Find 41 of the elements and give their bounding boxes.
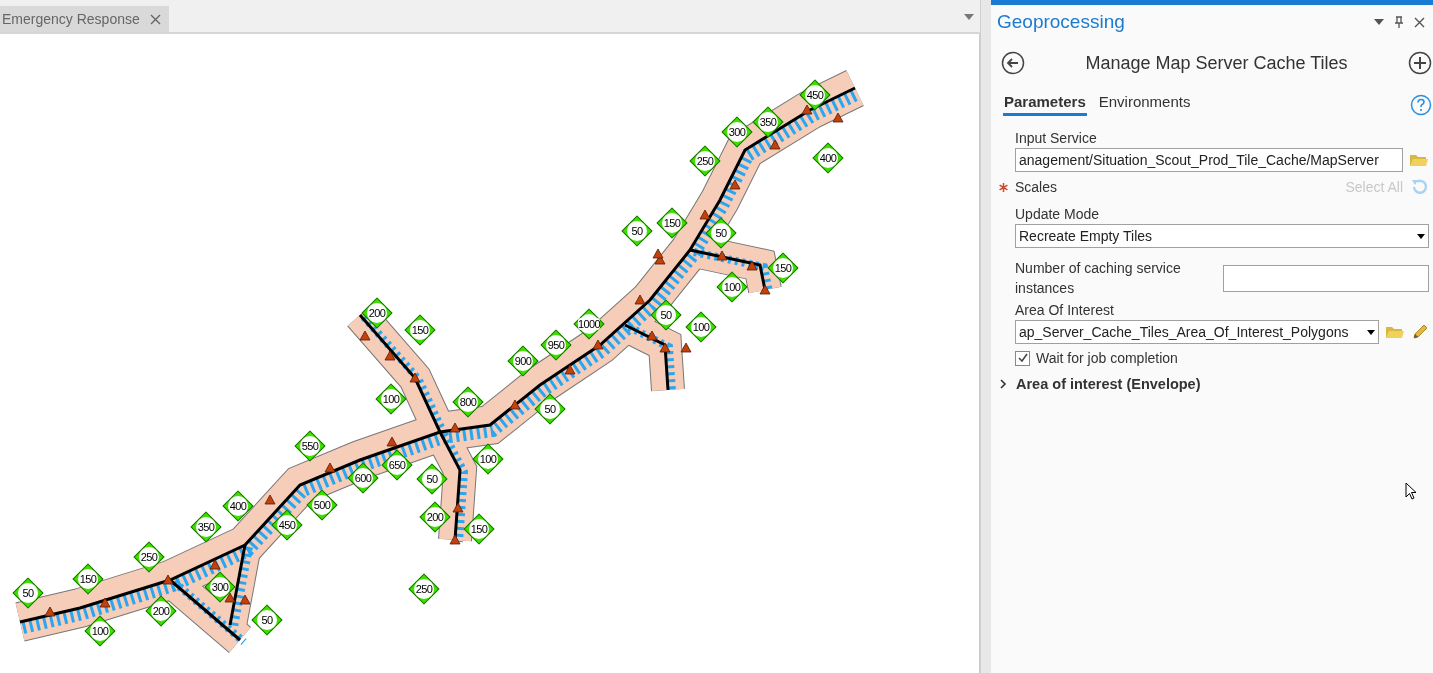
map-view[interactable]: 50 150 100 250 200 350 300 400 450 50 500 550 600 650 50 100 200 150 250 100 800 200 150 900 950 1000 50 50 100 50 150 50 100 150 250 300 350 450 400 bbox=[0, 34, 980, 673]
pencil-icon[interactable] bbox=[1411, 323, 1429, 341]
elevation-label: 400 bbox=[812, 142, 844, 174]
parameter-label: Area Of Interest bbox=[1015, 302, 1115, 318]
elevation-label: 100 bbox=[685, 311, 717, 343]
caret-icon bbox=[1367, 329, 1375, 335]
tool-title: Manage Map Server Cache Tiles bbox=[1085, 52, 1348, 74]
elevation-label: 50 bbox=[621, 215, 653, 247]
elevation-label: 100 bbox=[375, 383, 407, 415]
close-icon[interactable] bbox=[1414, 16, 1425, 28]
pane-tab[interactable]: Parameters bbox=[1003, 93, 1087, 116]
add-icon[interactable] bbox=[1408, 51, 1432, 75]
checkbox[interactable] bbox=[1015, 350, 1030, 366]
input-field[interactable] bbox=[1223, 264, 1429, 292]
chevron-right-icon[interactable] bbox=[999, 379, 1007, 389]
caret-icon bbox=[1417, 233, 1425, 239]
layer-dropdown[interactable]: ap_Server_Cache_Tiles_Area_Of_Interest_Polygons bbox=[1015, 320, 1379, 344]
checkbox-label: Wait for job completion bbox=[1036, 350, 1178, 366]
caret-icon[interactable] bbox=[964, 14, 974, 20]
update-mode-dropdown[interactable]: Recreate Empty Tiles bbox=[1015, 224, 1429, 248]
parameter-label: Scales bbox=[1015, 179, 1059, 195]
parameter-label: Number of caching service instances bbox=[1015, 259, 1182, 298]
back-icon[interactable] bbox=[1001, 51, 1025, 75]
pane-tab[interactable]: Environments bbox=[1097, 93, 1192, 116]
close-icon[interactable] bbox=[149, 13, 161, 25]
document-tab[interactable]: Emergency Response bbox=[0, 6, 169, 32]
input-field[interactable]: anagement/Situation_Scout_Prod_Tile_Cache/MapServer bbox=[1015, 148, 1403, 172]
help-icon[interactable] bbox=[1410, 93, 1432, 116]
parameter-label: Update Mode bbox=[1015, 206, 1101, 222]
elevation-label: 250 bbox=[408, 573, 440, 605]
elevation-label: 550 bbox=[294, 430, 326, 462]
parameter-label: Input Service bbox=[1015, 130, 1098, 146]
dropdown-icon[interactable] bbox=[1374, 19, 1384, 25]
elevation-label: 150 bbox=[404, 314, 436, 346]
elevation-label: 250 bbox=[689, 145, 721, 177]
group-header[interactable]: Area of interest (Envelope) bbox=[1016, 376, 1201, 392]
pin-icon[interactable] bbox=[1394, 16, 1404, 28]
elevation-label: 350 bbox=[190, 511, 222, 543]
mouse-cursor-icon bbox=[1405, 482, 1417, 500]
elevation-label: 50 bbox=[251, 604, 283, 636]
pane-title: Geoprocessing bbox=[997, 11, 1125, 33]
